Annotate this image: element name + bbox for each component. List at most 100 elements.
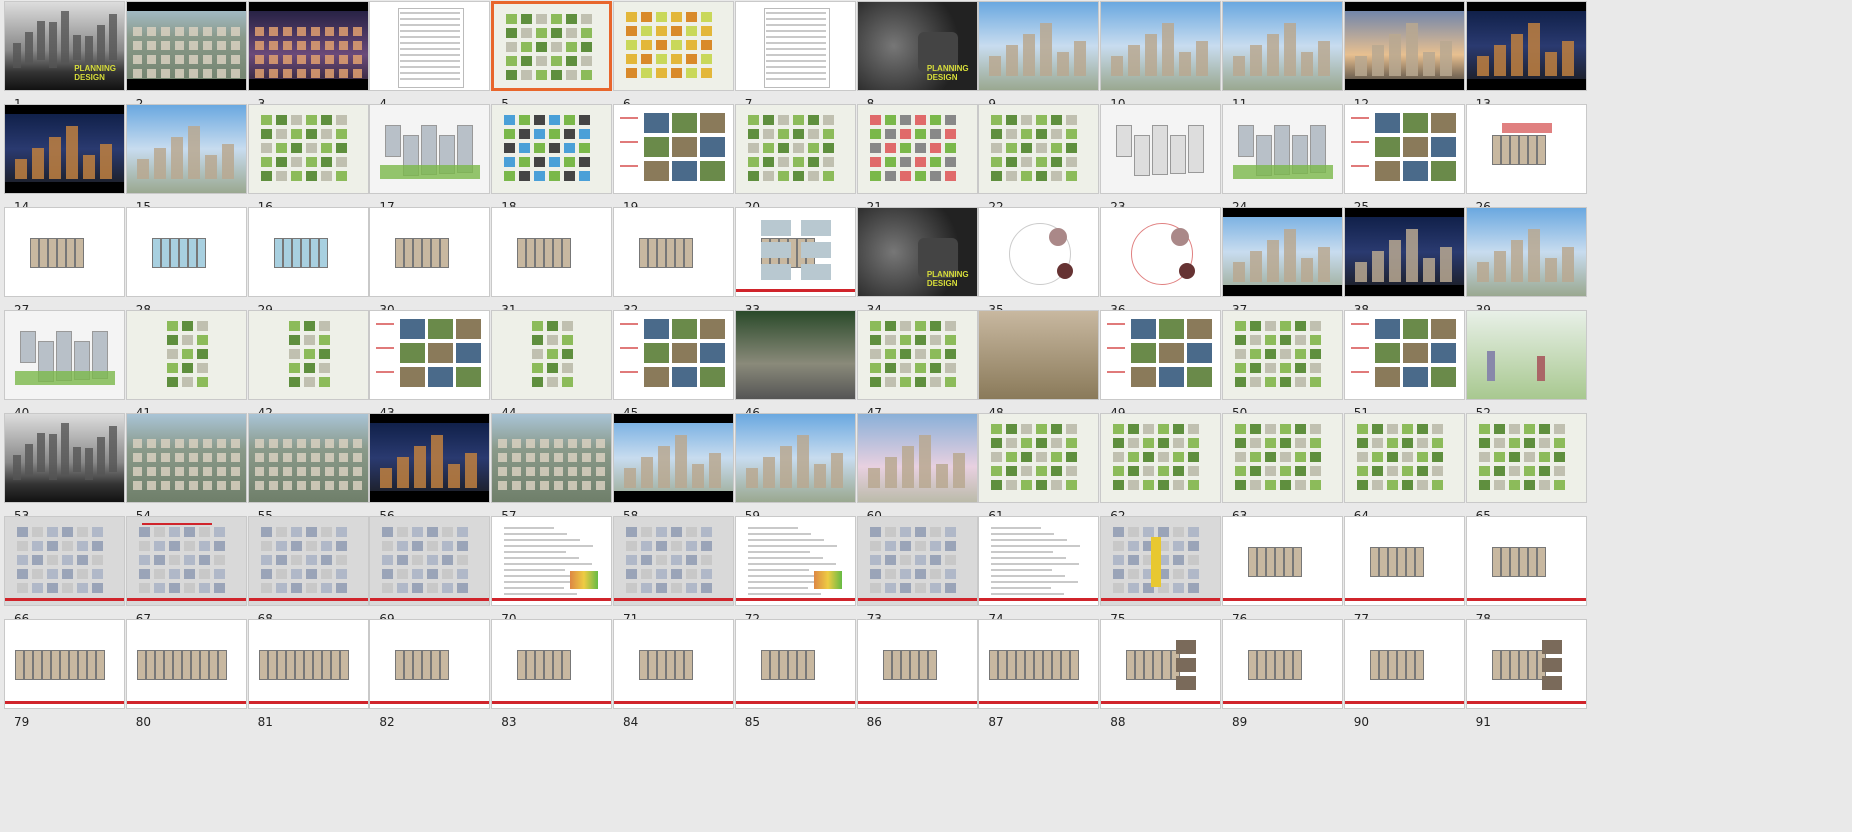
slide-preview[interactable] <box>247 207 369 297</box>
slide-preview[interactable] <box>978 310 1100 400</box>
slide-preview[interactable] <box>978 619 1100 709</box>
slide-thumbnail[interactable]: 89 <box>1222 619 1343 741</box>
slide-preview[interactable] <box>4 413 125 503</box>
slide-preview[interactable] <box>491 516 613 606</box>
slide-preview[interactable] <box>4 310 125 400</box>
slide-preview[interactable]: PLANNING DESIGN <box>856 207 978 297</box>
slide-preview[interactable] <box>613 207 734 297</box>
slide-preview[interactable] <box>247 104 369 194</box>
slide-preview[interactable] <box>978 1 1100 91</box>
slide-preview[interactable] <box>613 1 734 91</box>
slide-preview[interactable] <box>491 207 613 297</box>
slide-preview[interactable] <box>1222 516 1343 606</box>
slide-preview[interactable] <box>247 310 369 400</box>
slide-preview[interactable] <box>369 207 491 297</box>
slide-preview[interactable] <box>1465 516 1587 606</box>
slide-preview[interactable] <box>978 104 1100 194</box>
slide-preview[interactable] <box>613 310 734 400</box>
slide-preview[interactable] <box>1222 1 1343 91</box>
slide-preview[interactable] <box>4 104 125 194</box>
slide-preview[interactable] <box>856 413 978 503</box>
slide-preview[interactable] <box>1465 413 1587 503</box>
slide-preview[interactable] <box>369 310 491 400</box>
slide-preview[interactable] <box>1465 207 1587 297</box>
slide-thumbnail[interactable]: 81 <box>247 619 369 741</box>
slide-preview[interactable] <box>1343 207 1465 297</box>
slide-preview[interactable] <box>491 619 613 709</box>
slide-preview[interactable] <box>856 619 978 709</box>
slide-preview[interactable] <box>1465 619 1587 709</box>
slide-preview[interactable] <box>4 516 125 606</box>
slide-preview[interactable] <box>613 619 734 709</box>
slide-preview[interactable] <box>1343 1 1465 91</box>
slide-preview[interactable] <box>734 207 856 297</box>
slide-preview[interactable] <box>856 310 978 400</box>
slide-preview[interactable] <box>125 310 247 400</box>
slide-preview[interactable] <box>491 104 613 194</box>
slide-thumbnail[interactable]: 85 <box>734 619 856 741</box>
slide-preview[interactable] <box>734 413 856 503</box>
slide-preview[interactable] <box>734 104 856 194</box>
slide-preview[interactable] <box>613 413 734 503</box>
slide-preview[interactable] <box>1222 207 1343 297</box>
slide-preview[interactable] <box>613 516 734 606</box>
slide-preview[interactable] <box>491 1 613 91</box>
slide-preview[interactable] <box>1343 310 1465 400</box>
slide-preview[interactable] <box>247 516 369 606</box>
slide-preview[interactable] <box>1100 310 1222 400</box>
slide-preview[interactable] <box>247 413 369 503</box>
slide-preview[interactable] <box>1465 1 1587 91</box>
slide-preview[interactable] <box>491 310 613 400</box>
slide-preview[interactable] <box>491 413 613 503</box>
slide-preview[interactable] <box>734 619 856 709</box>
slide-preview[interactable] <box>1465 310 1587 400</box>
slide-preview[interactable] <box>1100 1 1222 91</box>
slide-preview[interactable] <box>1465 104 1587 194</box>
slide-preview[interactable] <box>1100 619 1222 709</box>
slide-preview[interactable] <box>1100 104 1222 194</box>
slide-preview[interactable] <box>1343 413 1465 503</box>
slide-preview[interactable] <box>1222 104 1343 194</box>
slide-preview[interactable] <box>4 619 125 709</box>
slide-preview[interactable] <box>1343 104 1465 194</box>
slide-preview[interactable] <box>247 619 369 709</box>
slide-preview[interactable] <box>125 104 247 194</box>
slide-preview[interactable] <box>856 516 978 606</box>
slide-preview[interactable] <box>369 619 491 709</box>
slide-preview[interactable] <box>734 516 856 606</box>
slide-preview[interactable] <box>978 207 1100 297</box>
slide-preview[interactable] <box>1343 516 1465 606</box>
slide-preview[interactable] <box>247 1 369 91</box>
slide-thumbnail[interactable]: 80 <box>125 619 247 741</box>
slide-preview[interactable] <box>1222 619 1343 709</box>
slide-preview[interactable] <box>1343 619 1465 709</box>
slide-preview[interactable] <box>125 207 247 297</box>
slide-preview[interactable] <box>978 516 1100 606</box>
slide-thumbnail[interactable]: 91 <box>1465 619 1587 741</box>
slide-thumbnail[interactable]: 83 <box>491 619 613 741</box>
slide-preview[interactable] <box>856 104 978 194</box>
slide-preview[interactable]: PLANNING DESIGN <box>4 1 125 91</box>
slide-preview[interactable]: PLANNING DESIGN <box>856 1 978 91</box>
slide-preview[interactable] <box>4 207 125 297</box>
slide-preview[interactable] <box>369 1 491 91</box>
slide-preview[interactable] <box>734 1 856 91</box>
slide-thumbnail[interactable]: 86 <box>856 619 978 741</box>
slide-preview[interactable] <box>125 1 247 91</box>
slide-thumbnail[interactable]: 79 <box>4 619 125 741</box>
slide-preview[interactable] <box>1222 413 1343 503</box>
slide-preview[interactable] <box>125 516 247 606</box>
slide-thumbnail[interactable]: 87 <box>978 619 1100 741</box>
slide-thumbnail[interactable]: 88 <box>1100 619 1222 741</box>
slide-preview[interactable] <box>1100 413 1222 503</box>
slide-preview[interactable] <box>1222 310 1343 400</box>
slide-preview[interactable] <box>125 413 247 503</box>
slide-preview[interactable] <box>369 104 491 194</box>
slide-thumbnail[interactable]: 90 <box>1343 619 1465 741</box>
slide-thumbnail[interactable]: 84 <box>613 619 734 741</box>
slide-preview[interactable] <box>734 310 856 400</box>
slide-preview[interactable] <box>369 516 491 606</box>
slide-preview[interactable] <box>369 413 491 503</box>
slide-preview[interactable] <box>125 619 247 709</box>
slide-preview[interactable] <box>1100 516 1222 606</box>
